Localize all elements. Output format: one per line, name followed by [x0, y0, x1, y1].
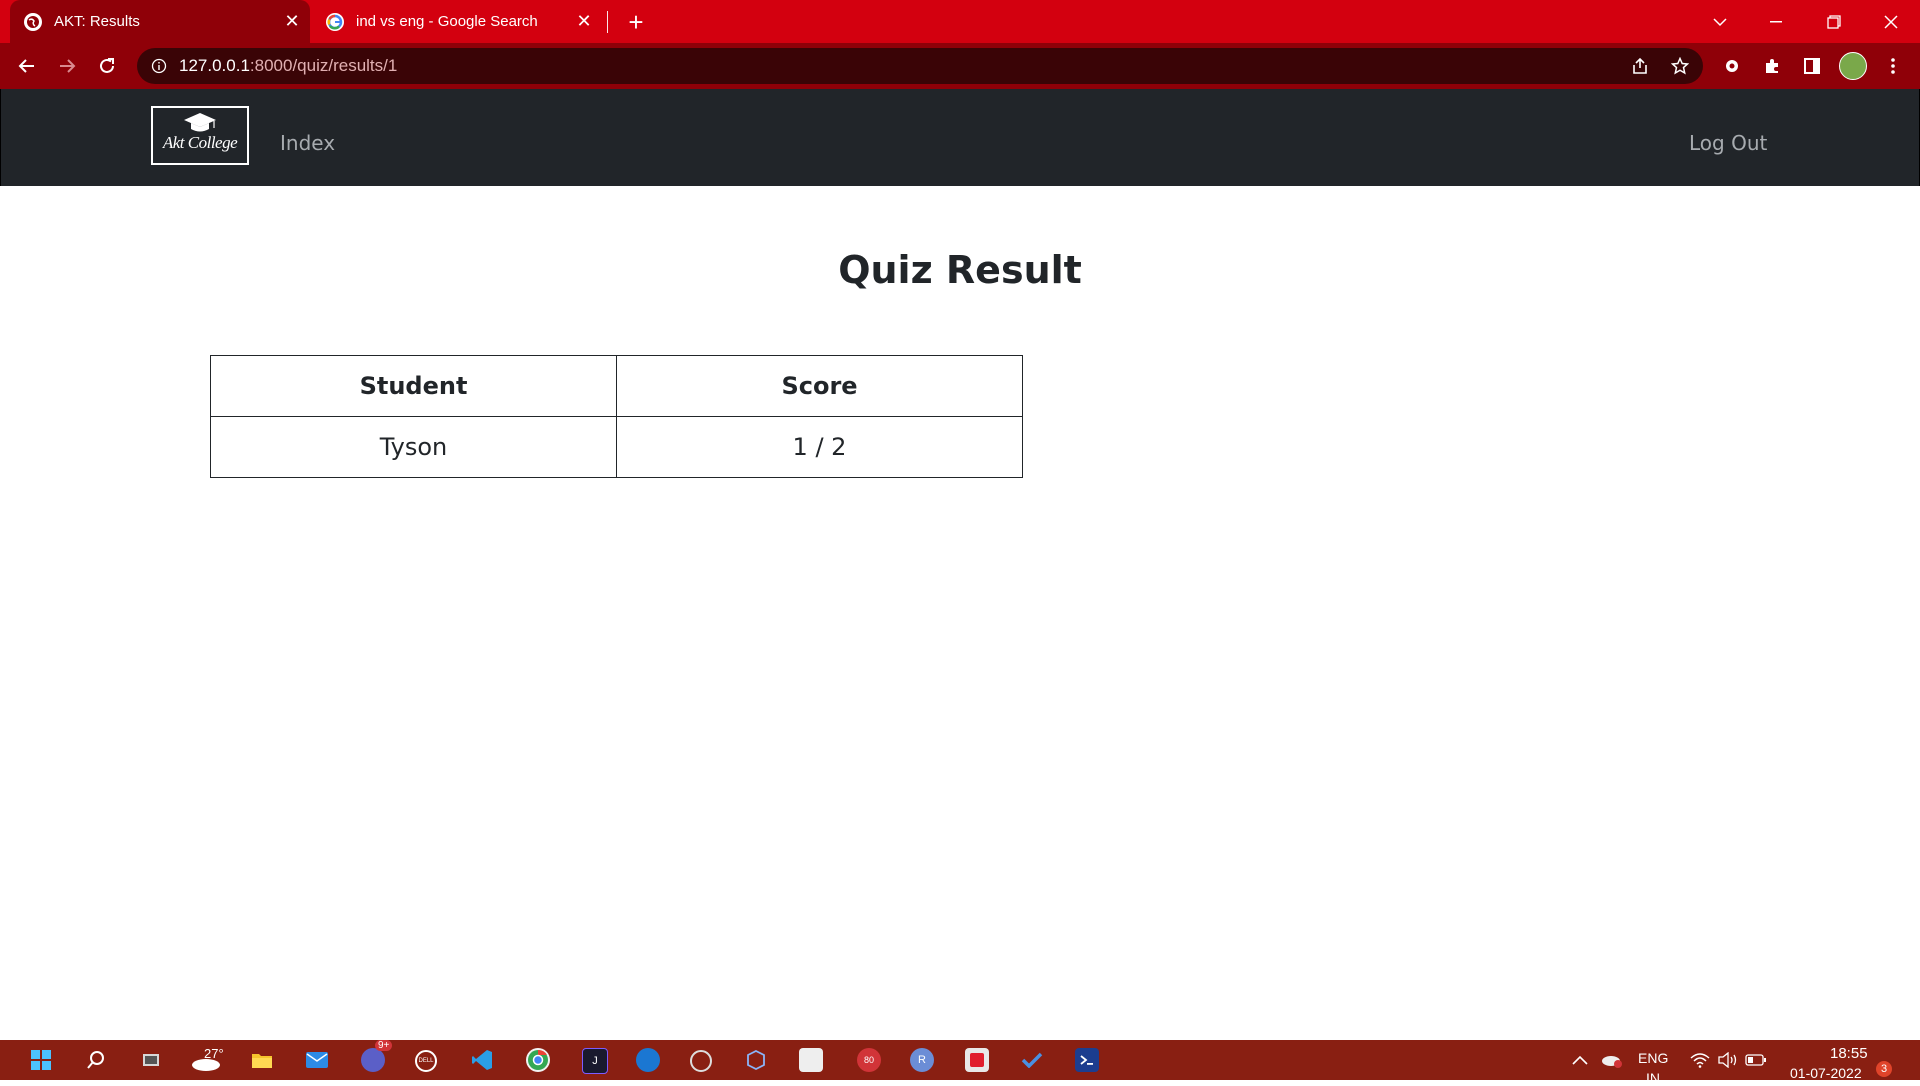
table-header-row: Student Score [210, 355, 1023, 417]
tab-akt-results[interactable]: AKT: Results ✕ [10, 0, 310, 43]
column-header-student: Student [210, 355, 617, 417]
student-name-cell: Tyson [210, 416, 617, 478]
tab-google-search[interactable]: ind vs eng - Google Search ✕ [318, 0, 602, 43]
profile-avatar[interactable] [1839, 52, 1867, 80]
windows-start-icon[interactable] [29, 1048, 53, 1072]
messaging-app-icon[interactable]: 80 [857, 1048, 881, 1072]
nav-link-logout[interactable]: Log Out [1689, 131, 1767, 155]
windows-taskbar: 27° 9+ DELL J 80 R ENG IN 18:55 01-07-20… [0, 1040, 1920, 1086]
powershell-icon[interactable] [1075, 1048, 1099, 1072]
onedrive-error-icon[interactable] [1600, 1048, 1624, 1072]
nav-link-index[interactable]: Index [280, 131, 335, 155]
graduation-cap-icon [184, 113, 216, 132]
notification-badge[interactable]: 3 [1876, 1061, 1892, 1077]
minimize-button[interactable] [1753, 0, 1799, 43]
address-bar[interactable]: 127.0.0.1:8000/quiz/results/1 [137, 48, 1703, 84]
chrome-icon[interactable] [526, 1048, 550, 1072]
url-text: 127.0.0.1:8000/quiz/results/1 [179, 56, 398, 75]
tab-separator [607, 11, 608, 33]
sticky-notes-icon[interactable] [965, 1048, 989, 1072]
google-icon [326, 12, 344, 31]
dell-icon[interactable]: DELL [415, 1050, 437, 1072]
volume-icon[interactable] [1716, 1048, 1740, 1072]
page-title: Quiz Result [838, 248, 1082, 292]
new-tab-button[interactable]: + [622, 7, 650, 37]
extension-gear-icon[interactable] [1717, 51, 1747, 81]
language-sub-indicator: IN [1646, 1070, 1660, 1086]
wifi-icon[interactable] [1688, 1048, 1712, 1072]
close-window-button[interactable] [1868, 0, 1914, 43]
browser-toolbar: 127.0.0.1:8000/quiz/results/1 [0, 43, 1920, 89]
r-app-icon[interactable]: R [910, 1048, 934, 1072]
score-cell: 1 / 2 [616, 416, 1023, 478]
close-tab-icon[interactable]: ✕ [282, 11, 302, 32]
file-explorer-icon[interactable] [250, 1048, 274, 1072]
close-tab-icon[interactable]: ✕ [574, 11, 594, 32]
globe-icon [24, 12, 42, 31]
tab-title: ind vs eng - Google Search [356, 13, 538, 30]
clock-date[interactable]: 01-07-2022 [1790, 1065, 1862, 1080]
search-icon[interactable] [84, 1048, 108, 1072]
tray-chevron-up-icon[interactable] [1568, 1048, 1592, 1072]
menu-kebab-icon[interactable] [1878, 51, 1908, 81]
chat-badge: 9+ [375, 1040, 393, 1051]
virtualbox-icon[interactable] [744, 1048, 768, 1072]
weather-widget[interactable]: 27° [190, 1046, 228, 1072]
bookmark-star-icon[interactable] [1671, 57, 1689, 75]
side-panel-icon[interactable] [1797, 51, 1827, 81]
weather-temp: 27° [204, 1046, 224, 1061]
extensions-puzzle-icon[interactable] [1757, 51, 1787, 81]
jetbrains-icon[interactable]: J [582, 1048, 608, 1074]
clock-time[interactable]: 18:55 [1830, 1045, 1868, 1062]
forward-arrow-icon[interactable] [52, 51, 82, 81]
language-indicator[interactable]: ENG [1638, 1050, 1668, 1066]
app-badge: 80 [863, 1055, 874, 1065]
browser-tabstrip: AKT: Results ✕ ind vs eng - Google Searc… [0, 0, 1920, 43]
teams-chat-icon[interactable]: 9+ [361, 1040, 393, 1072]
tab-title: AKT: Results [54, 13, 140, 30]
tab-search-icon[interactable] [1697, 0, 1743, 43]
todo-check-icon[interactable] [1020, 1048, 1044, 1072]
table-row: Tyson 1 / 2 [210, 416, 1023, 478]
column-header-score: Score [616, 355, 1023, 417]
info-icon[interactable] [151, 58, 167, 74]
site-navbar: Akt College Index Log Out [0, 89, 1920, 186]
snip-tool-icon[interactable] [799, 1048, 823, 1072]
share-icon[interactable] [1631, 57, 1649, 75]
vscode-icon[interactable] [470, 1048, 494, 1072]
mail-icon[interactable] [305, 1048, 329, 1072]
app-icon-blue[interactable] [636, 1048, 660, 1072]
logo-text: Akt College [162, 133, 238, 152]
site-logo[interactable]: Akt College [151, 106, 249, 165]
battery-icon[interactable] [1744, 1048, 1768, 1072]
back-arrow-icon[interactable] [12, 51, 42, 81]
obs-icon[interactable] [690, 1050, 712, 1072]
restore-button[interactable] [1811, 0, 1857, 43]
reload-icon[interactable] [92, 51, 122, 81]
task-view-icon[interactable] [139, 1048, 163, 1072]
results-table: Student Score Tyson 1 / 2 [210, 355, 1023, 478]
